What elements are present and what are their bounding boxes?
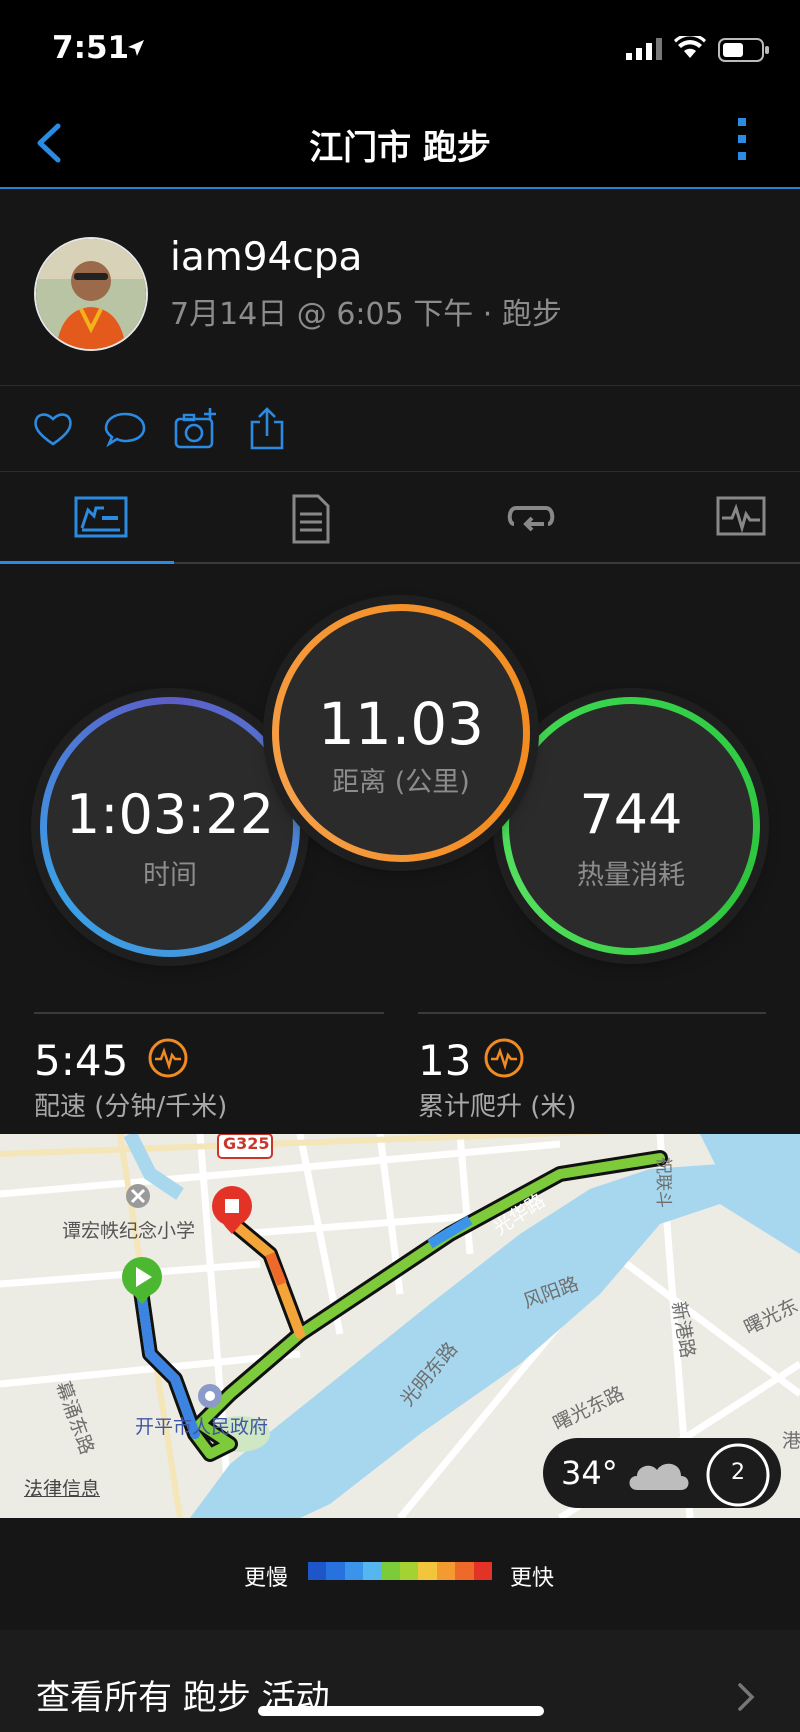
route-map[interactable]: G325 谭宏帙纪念小学 光华路 风阳路 光明东路 新港路 曙光东路 曙光东 开… xyxy=(0,1134,800,1518)
legend-swatch xyxy=(344,1562,364,1580)
share-icon[interactable] xyxy=(244,406,290,452)
temperature: 34° xyxy=(561,1454,618,1492)
tab-laps[interactable] xyxy=(430,472,630,564)
gang-label: 港 xyxy=(782,1430,800,1452)
elevation-chart-icon[interactable] xyxy=(484,1038,524,1078)
road-shield-label: G325 xyxy=(223,1134,270,1153)
action-bar xyxy=(0,386,800,472)
add-photo-icon[interactable] xyxy=(172,406,218,452)
summary-icon xyxy=(74,496,128,538)
timer-count: 2 xyxy=(731,1460,745,1485)
wifi-icon xyxy=(674,36,706,58)
view-all-activities-row[interactable]: 查看所有 跑步 活动 xyxy=(0,1630,800,1732)
legend-swatch xyxy=(436,1562,456,1580)
nav-header: 江门市 跑步 xyxy=(0,96,800,189)
ascent-value: 13 xyxy=(418,1036,472,1085)
home-indicator[interactable] xyxy=(258,1706,544,1716)
avatar[interactable] xyxy=(34,237,148,351)
status-time: 7:51 xyxy=(52,30,130,66)
distance-circle: 11.03 距离 (公里) xyxy=(272,604,530,862)
activity-profile: iam94cpa 7月14日 @ 6:05 下午 · 跑步 xyxy=(0,189,800,386)
calories-circle: 744 热量消耗 xyxy=(502,697,760,955)
gov-label: 开平市人民政府 xyxy=(135,1416,269,1438)
calories-label: 热量消耗 xyxy=(577,860,685,891)
calories-value: 744 xyxy=(579,783,683,846)
legend-swatch xyxy=(363,1562,382,1580)
distance-label: 距离 (公里) xyxy=(332,767,470,798)
legend-fast-label: 更快 xyxy=(510,1566,555,1591)
legal-info-link[interactable]: 法律信息 xyxy=(24,1474,100,1501)
chevron-right-icon xyxy=(738,1683,755,1711)
cloud-icon xyxy=(629,1463,689,1490)
school-label: 谭宏帙纪念小学 xyxy=(62,1220,196,1242)
bridge-label: 祝联斗 xyxy=(653,1157,673,1208)
ascent-label: 累计爬升 (米) xyxy=(418,1092,577,1122)
activity-meta: 7月14日 @ 6:05 下午 · 跑步 xyxy=(170,297,562,332)
pace-label: 配速 (分钟/千米) xyxy=(34,1092,228,1122)
legend-swatch xyxy=(308,1562,327,1580)
pace-legend: 更慢 更快 xyxy=(0,1518,800,1630)
stats-panel: 1:03:22 时间 744 热量消耗 11.03 距离 (公里) 5:45 配… xyxy=(0,564,800,1134)
legend-swatch xyxy=(326,1562,345,1580)
page-title: 江门市 跑步 xyxy=(309,128,491,168)
legend-swatch xyxy=(473,1562,493,1580)
location-arrow-icon xyxy=(128,40,144,56)
comment-icon[interactable] xyxy=(102,406,148,452)
pace-chart-icon[interactable] xyxy=(148,1038,188,1078)
battery-icon xyxy=(718,38,769,62)
like-icon[interactable] xyxy=(30,406,76,452)
distance-value: 11.03 xyxy=(317,690,485,758)
tab-details[interactable] xyxy=(210,472,410,564)
more-menu-button[interactable] xyxy=(730,118,754,168)
username[interactable]: iam94cpa xyxy=(170,235,362,280)
document-icon xyxy=(292,494,330,544)
legend-slow-label: 更慢 xyxy=(244,1566,289,1591)
pace-value: 5:45 xyxy=(34,1036,129,1085)
legend-swatch xyxy=(400,1562,419,1580)
legend-color-bar xyxy=(308,1562,493,1580)
time-circle: 1:03:22 时间 xyxy=(40,697,300,957)
cellular-signal-icon xyxy=(626,38,662,60)
time-label: 时间 xyxy=(143,860,197,891)
chart-icon xyxy=(716,496,766,536)
legend-swatch xyxy=(381,1562,401,1580)
divider-right xyxy=(418,1012,766,1014)
activity-tabs xyxy=(0,472,800,564)
legend-swatch xyxy=(418,1562,437,1580)
divider-left xyxy=(34,1012,384,1014)
status-bar: 7:51 xyxy=(0,0,800,96)
time-value: 1:03:22 xyxy=(65,783,275,846)
legend-swatch xyxy=(455,1562,474,1580)
repeat-icon xyxy=(507,506,555,532)
weather-badge[interactable]: 34° 2 xyxy=(543,1438,781,1508)
tab-charts[interactable] xyxy=(640,472,800,564)
tab-summary[interactable] xyxy=(0,472,200,564)
